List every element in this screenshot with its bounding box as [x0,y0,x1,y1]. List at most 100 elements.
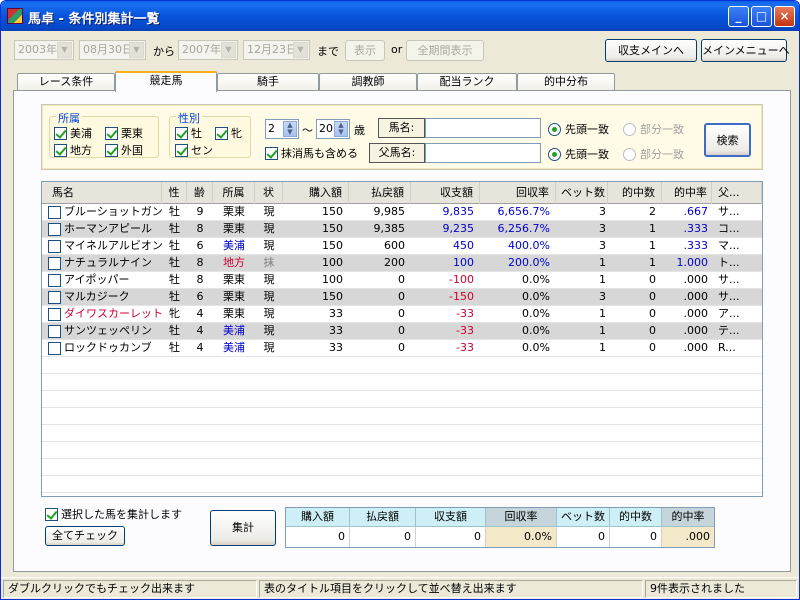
cell-aff: 美浦 [223,324,245,337]
date-to-day-select[interactable]: 12月23日 ▼ [243,40,310,60]
chevron-down-icon: ▼ [293,42,308,58]
tab-trainer[interactable]: 調教師 [319,73,417,91]
table-row[interactable]: ナチュラルナイン 牡 8 地方 抹 100 200 100 200.0% 1 1 1.000 ト... [42,255,762,272]
horse-name-input[interactable] [425,118,541,138]
sex-female-checkbox[interactable]: 牝 [215,125,242,141]
minimize-button[interactable]: _ [728,6,749,27]
row-checkbox[interactable] [48,342,61,355]
cell-rate: .000 [683,341,709,354]
row-checkbox[interactable] [48,274,61,287]
cell-aff: 栗東 [223,222,245,235]
spin-arrows-icon[interactable]: ▲ ▼ [283,121,297,137]
chevron-down-icon: ▼ [129,42,144,58]
col-header-hits[interactable]: 的中数 [608,182,662,204]
all-period-button[interactable]: 全期間表示 [406,40,484,61]
date-to-year-select[interactable]: 2007年 ▼ [178,40,238,60]
checkbox-label: 美浦 [70,127,92,140]
cell-sex: 牡 [169,239,180,252]
date-from-day-select[interactable]: 08月30日 ▼ [79,40,146,60]
table-row[interactable]: サンツェッペリン 牡 4 美浦 現 33 0 -33 0.0% 1 0 .000 テ... [42,323,762,340]
summary-value-buy: 0 [286,527,350,547]
search-button[interactable]: 検索 [704,123,751,157]
affiliation-miho-checkbox[interactable]: 美浦 [54,125,92,141]
empty-row [42,442,762,459]
affiliation-ritto-checkbox[interactable]: 栗東 [105,125,143,141]
spin-arrows-icon[interactable]: ▲ ▼ [334,121,348,137]
col-header-sex[interactable]: 性 [162,182,187,204]
sire-name-input[interactable] [425,143,541,163]
horse-name-label: 馬名: [378,118,425,138]
cell-aff: 美浦 [223,239,245,252]
affiliation-local-checkbox[interactable]: 地方 [54,142,92,158]
date-from-year-select[interactable]: 2003年 ▼ [14,40,74,60]
tab-hit-distribution[interactable]: 的中分布 [517,73,615,91]
col-header-recovery[interactable]: 回収率 [480,182,556,204]
affiliation-foreign-checkbox[interactable]: 外国 [105,142,143,158]
include-retired-checkbox[interactable]: 抹消馬も含める [265,145,358,161]
checkbox-label: 地方 [70,144,92,157]
cell-recovery: 0.0% [522,290,550,303]
age-to-spinner[interactable]: 20 ▲ ▼ [316,119,350,139]
row-checkbox[interactable] [48,206,61,219]
title-bar[interactable]: 馬卓 - 条件別集計一覧 _ □ × [1,1,799,31]
income-menu-button[interactable]: 収支メインへ [605,39,697,62]
col-header-payout[interactable]: 払戻額 [349,182,411,204]
cell-recovery: 0.0% [522,307,550,320]
aggregate-selected-checkbox[interactable]: 選択した馬を集計します [45,506,182,522]
cell-payout: 9,385 [373,222,406,235]
tab-horses[interactable]: 競走馬 [115,71,217,92]
col-header-status[interactable]: 状 [255,182,283,204]
table-row[interactable]: マルカジーク 牡 6 栗東 現 150 0 -150 0.0% 3 0 .000 サ... [42,289,762,306]
to-label: まで [317,45,339,58]
radio-mark [623,147,636,161]
table-row[interactable]: ブルーショットガン牡 9 栗東 現 150 9,985 9,835 6,656.7% 3 2 .66… [42,204,762,221]
horse-match-partial-radio[interactable]: 部分一致 [623,121,684,137]
cell-sire: マ... [718,239,740,252]
tab-race-conditions[interactable]: レース条件 [17,73,115,91]
col-header-affiliation[interactable]: 所属 [213,182,255,204]
col-header-age[interactable]: 齢 [187,182,213,204]
maximize-button[interactable]: □ [751,6,772,27]
sex-gelding-checkbox[interactable]: セン [175,142,213,158]
checkbox-mark [175,126,188,140]
main-menu-button[interactable]: メインメニューへ [701,39,790,62]
col-header-hit-rate[interactable]: 的中率 [662,182,712,204]
col-header-name[interactable]: 馬名 [42,182,162,204]
aggregate-button[interactable]: 集計 [210,510,276,546]
col-header-buy[interactable]: 購入額 [283,182,349,204]
col-header-sire[interactable]: 父... [712,182,762,204]
row-checkbox[interactable] [48,291,61,304]
row-checkbox[interactable] [48,240,61,253]
table-row[interactable]: ダイワスカーレット牝 4 栗東 現 33 0 -33 0.0% 1 0 .000 ア... [42,306,762,323]
row-checkbox[interactable] [48,257,61,270]
cell-payout: 200 [384,256,405,269]
horse-match-prefix-radio[interactable]: 先頭一致 [548,121,609,137]
age-from-spinner[interactable]: 2 ▲ ▼ [265,119,299,139]
sire-match-prefix-radio[interactable]: 先頭一致 [548,146,609,162]
sex-male-checkbox[interactable]: 牡 [175,125,202,141]
checkbox-label: 抹消馬も含める [281,147,358,160]
table-row[interactable]: アイポッパー 牡 8 栗東 現 100 0 -100 0.0% 1 0 .000 サ... [42,272,762,289]
table-row[interactable]: ロックドゥカンブ 牡 4 美浦 現 33 0 -33 0.0% 1 0 .000 R... [42,340,762,357]
cell-name: ナチュラルナイン [64,256,152,269]
col-header-balance[interactable]: 収支額 [411,182,480,204]
tab-jockey[interactable]: 騎手 [217,73,319,91]
cell-status: 現 [263,324,275,337]
cell-hits: 2 [649,205,656,218]
table-row[interactable]: ホーマンアピール 牡 8 栗東 現 150 9,385 9,235 6,256.7% 3 1 .333… [42,221,762,238]
close-button[interactable]: × [774,6,795,27]
row-checkbox[interactable] [48,223,61,236]
tab-payout-rank[interactable]: 配当ランク [417,73,517,91]
row-checkbox[interactable] [48,325,61,338]
col-header-bets[interactable]: ベット数 [556,182,608,204]
cell-sex: 牡 [169,205,180,218]
show-button[interactable]: 表示 [345,40,385,61]
check-all-button[interactable]: 全てチェック [45,526,125,546]
summary-header-buy: 購入額 [286,508,350,527]
app-window: 馬卓 - 条件別集計一覧 _ □ × 2003年 ▼ 08月30日 ▼ から 200… [0,0,800,600]
cell-sire: R... [718,341,736,354]
table-row[interactable]: マイネルアルビオン牡 6 美浦 現 150 600 450 400.0% 3 1 .333 マ... [42,238,762,255]
sire-match-partial-radio[interactable]: 部分一致 [623,146,684,162]
row-checkbox[interactable] [48,308,61,321]
cell-recovery: 0.0% [522,341,550,354]
